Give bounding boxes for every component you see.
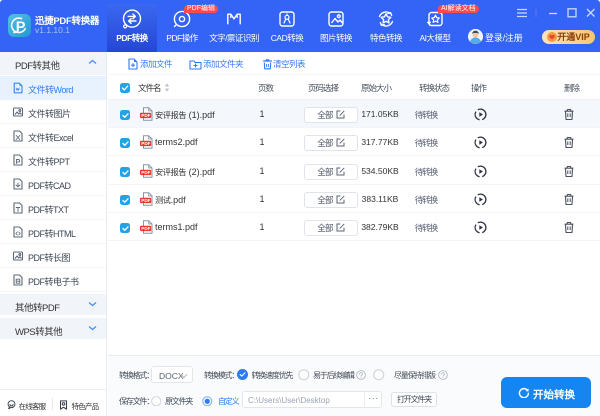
svg-text:PDF: PDF bbox=[141, 141, 150, 146]
svg-text:PDF: PDF bbox=[141, 170, 150, 175]
svg-text:PDF: PDF bbox=[141, 226, 150, 231]
svg-text:P: P bbox=[16, 19, 26, 35]
svg-text:PDF: PDF bbox=[141, 113, 150, 118]
svg-text:PDF: PDF bbox=[141, 198, 150, 203]
